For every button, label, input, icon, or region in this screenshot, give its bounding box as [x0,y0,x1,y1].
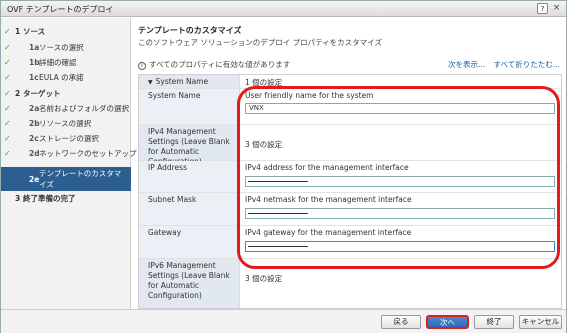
step-number: 1c [29,73,39,82]
step-1b-review-details[interactable]: ✓ 1b 詳細の確認 [1,56,131,69]
finish-button[interactable]: 終了 [474,315,514,329]
step-number: 1 [15,27,21,36]
step-2c-select-storage[interactable]: ✓ 2c ストレージの選択 [1,132,131,145]
table-links: 次を表示... すべて折りたたむ... [448,59,566,70]
title-bar: OVF テンプレートのデプロイ ? × [1,1,566,17]
row-label: Gateway [139,226,240,258]
help-icon[interactable]: ? [537,3,548,14]
step-1c-accept-eula[interactable]: ✓ 1c EULA の承諾 [1,71,131,84]
check-icon: ✓ [4,89,11,98]
check-icon: ✓ [4,104,11,113]
step-3-ready-to-complete[interactable]: 3 終了準備の完了 [1,192,131,205]
validation-text: すべてのプロパティに有効な値があります [149,60,291,69]
step-label: ターゲット [23,89,61,98]
row-label: Subnet Mask [139,193,240,225]
step-label: 名前およびフォルダの選択 [39,104,129,113]
step-number: 2c [29,134,39,143]
check-icon: ✓ [4,58,11,67]
info-icon: i [138,62,146,70]
dialog-footer: 戻る 次へ 終了 キャンセル [1,309,566,333]
step-2b-select-resource[interactable]: ✓ 2b リソースの選択 [1,117,131,130]
show-next-link[interactable]: 次を表示... [448,60,485,69]
step-2a-name-folder[interactable]: ✓ 2a 名前およびフォルダの選択 [1,102,131,115]
step-label: EULA の承諾 [39,73,84,82]
step-label: 終了準備の完了 [23,194,76,203]
row-label: IP Address [139,161,240,192]
check-icon: ✓ [4,27,11,36]
step-number: 2a [29,104,40,113]
step-label: ソース [23,27,46,36]
page-subtitle: このソフトウェア ソリューションのデプロイ プロパティをカスタマイズ [138,38,382,47]
step-label: 詳細の確認 [39,58,77,67]
check-icon: ✓ [4,134,11,143]
step-2e-customize-template[interactable]: 2e テンプレートのカスタマイズ [1,167,131,191]
step-1-source[interactable]: ✓ 1 ソース [1,25,131,38]
highlight-annotation [237,86,560,269]
validation-info: i すべてのプロパティに有効な値があります [138,59,290,70]
step-number: 1a [29,43,40,52]
check-icon: ✓ [4,43,11,52]
step-number: 1b [29,58,40,67]
row-label: IPv4 Management Settings (Leave Blank fo… [139,125,240,166]
step-number: 2 [15,89,21,98]
ovf-deploy-dialog: OVF テンプレートのデプロイ ? × ✓ 1 ソース ✓ 1a ソースの選択 … [0,0,567,333]
step-2d-setup-networks[interactable]: ✓ 2d ネットワークのセットアップ [1,147,137,160]
step-number: 2e [29,175,40,184]
row-label: ▼ System Name [139,75,240,88]
step-2-target[interactable]: ✓ 2 ターゲット [1,87,131,100]
wizard-steps: ✓ 1 ソース ✓ 1a ソースの選択 ✓ 1b 詳細の確認 ✓ 1c EULA… [1,18,137,309]
step-label: ネットワークのセットアップ [39,149,137,158]
step-label: テンプレートのカスタマイズ [39,169,122,189]
step-1a-select-source[interactable]: ✓ 1a ソースの選択 [1,41,131,54]
step-number: 3 [15,194,21,203]
row-label: System Name [139,89,240,124]
back-button[interactable]: 戻る [381,315,421,329]
close-icon[interactable]: × [551,3,562,14]
check-icon: ✓ [4,73,11,82]
collapse-all-link[interactable]: すべて折りたたむ... [494,60,560,69]
check-icon: ✓ [4,149,11,158]
step-number: 2d [29,149,40,158]
step-label: ストレージの選択 [39,134,99,143]
collapse-arrow-icon[interactable]: ▼ [148,79,153,86]
next-button[interactable]: 次へ [426,315,469,329]
step-label: ソースの選択 [39,43,84,52]
page-title: テンプレートのカスタマイズ [138,26,242,35]
cancel-button[interactable]: キャンセル [519,315,562,329]
step-label: リソースの選択 [39,119,92,128]
setting-count: 3 個の設定 [245,274,283,283]
row-label: IPv6 Management Settings (Leave Blank fo… [139,259,240,308]
dialog-title: OVF テンプレートのデプロイ [7,5,114,14]
check-icon: ✓ [4,119,11,128]
step-number: 2b [29,119,40,128]
